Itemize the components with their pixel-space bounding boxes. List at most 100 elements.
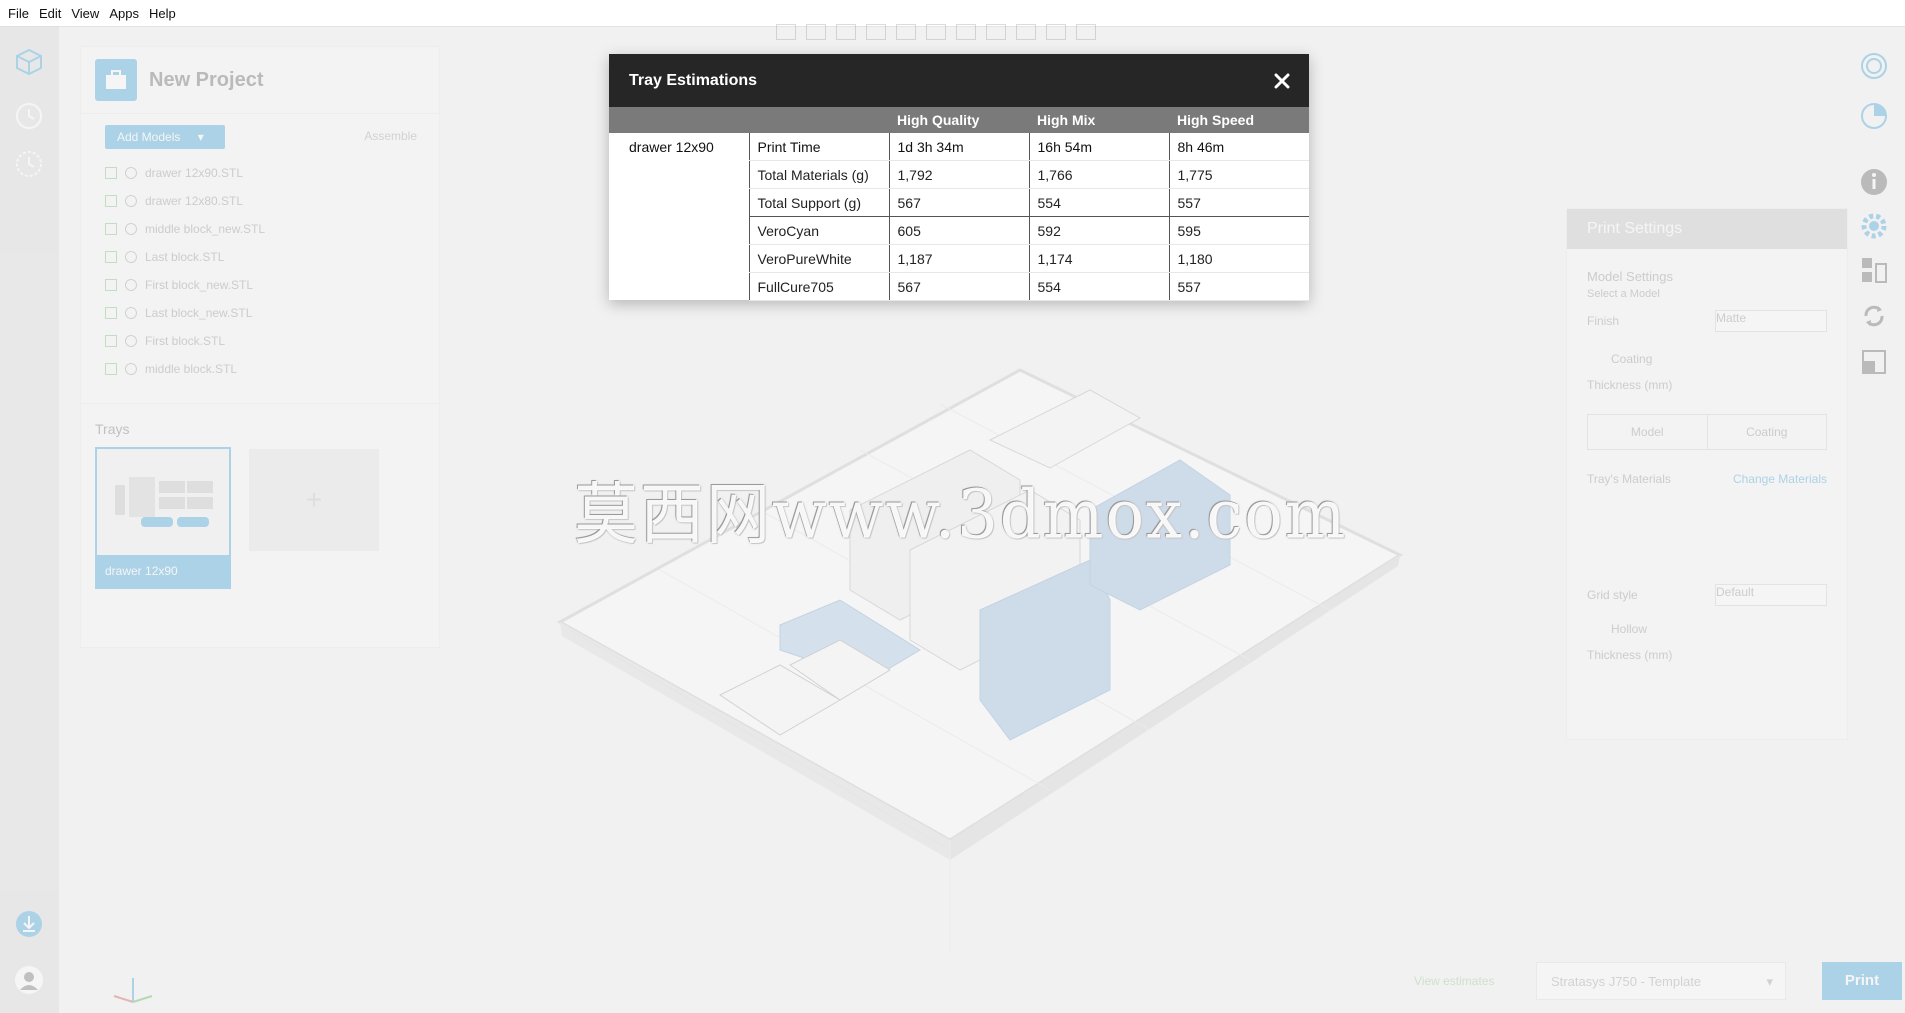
dialog-title: Tray Estimations <box>629 72 758 89</box>
list-item[interactable]: drawer 12x80.STL <box>105 187 427 215</box>
tray-3d-view[interactable] <box>550 360 1410 950</box>
checkbox[interactable] <box>105 363 117 375</box>
checkbox[interactable] <box>105 335 117 347</box>
column-header <box>749 107 889 133</box>
list-item[interactable]: First block_new.STL <box>105 271 427 299</box>
eye-icon[interactable] <box>125 363 137 375</box>
view-iso-icon[interactable] <box>926 24 946 40</box>
material-icon[interactable] <box>1858 50 1890 82</box>
checkbox[interactable] <box>105 223 117 235</box>
list-item[interactable]: middle block_new.STL <box>105 215 427 243</box>
view-left-icon[interactable] <box>836 24 856 40</box>
eye-icon[interactable] <box>125 195 137 207</box>
tray-materials-label: Tray's Materials <box>1587 472 1671 486</box>
assemble-button[interactable]: Assemble <box>364 129 417 143</box>
coating-row[interactable]: Coating <box>1587 346 1827 372</box>
cube-icon[interactable] <box>13 46 45 78</box>
estimations-table: High Quality High Mix High Speed drawer … <box>609 107 1309 301</box>
chevron-down-icon: ▾ <box>1766 974 1773 989</box>
thickness2-row: Thickness (mm) <box>1587 642 1827 668</box>
tray-card[interactable]: drawer 12x90 <box>95 447 231 589</box>
thickness2-label: Thickness (mm) <box>1587 648 1673 662</box>
print-settings-body: Model Settings Select a Model Finish Mat… <box>1567 249 1847 688</box>
eye-icon[interactable] <box>125 335 137 347</box>
tray-thumbnail <box>97 449 229 555</box>
download-icon[interactable] <box>13 908 45 940</box>
checkbox[interactable] <box>105 279 117 291</box>
hollow-row[interactable]: Hollow <box>1587 616 1827 642</box>
eye-icon[interactable] <box>125 251 137 263</box>
pan-icon[interactable] <box>986 24 1006 40</box>
view-right-icon[interactable] <box>866 24 886 40</box>
grid-style-select[interactable]: Default <box>1715 584 1827 606</box>
model-name: First block.STL <box>145 334 226 348</box>
tab-model[interactable]: Model <box>1588 415 1707 449</box>
screenshot-icon[interactable] <box>1076 24 1096 40</box>
scale-icon[interactable] <box>1858 346 1890 378</box>
table-cell: 1,187 <box>888 244 1029 273</box>
model-name: Last block_new.STL <box>145 306 253 320</box>
user-avatar-icon[interactable] <box>13 964 45 996</box>
clock-icon[interactable] <box>13 100 45 132</box>
color-wheel-icon[interactable] <box>1858 100 1890 132</box>
measure-icon[interactable] <box>1016 24 1036 40</box>
tab-coating[interactable]: Coating <box>1706 415 1827 449</box>
finish-label: Finish <box>1587 314 1620 328</box>
row-label: Print Time <box>748 133 889 161</box>
view-toolbar <box>776 24 1146 46</box>
list-item[interactable]: Last block_new.STL <box>105 299 427 327</box>
list-item[interactable]: drawer 12x90.STL <box>105 159 427 187</box>
coating-label: Coating <box>1611 352 1653 366</box>
arrange-icon[interactable] <box>1858 254 1890 286</box>
row-label: VeroPureWhite <box>748 244 889 273</box>
add-models-button[interactable]: Add Models ▾ <box>105 125 225 149</box>
table-cell: 8h 46m <box>1168 133 1309 161</box>
view-front-icon[interactable] <box>776 24 796 40</box>
change-materials-link[interactable]: Change Materials <box>1733 472 1827 486</box>
printer-select[interactable]: Stratasys J750 - Template ▾ <box>1536 962 1786 1000</box>
table-cell: 1,174 <box>1028 244 1169 273</box>
row-label: FullCure705 <box>748 272 889 301</box>
chevron-down-icon: ▾ <box>197 130 204 144</box>
checkbox[interactable] <box>105 251 117 263</box>
zoom-icon[interactable] <box>956 24 976 40</box>
menu-apps[interactable]: Apps <box>109 6 139 21</box>
checkbox[interactable] <box>105 195 117 207</box>
menu-file[interactable]: File <box>8 6 29 21</box>
print-button[interactable]: Print <box>1822 962 1902 1000</box>
eye-icon[interactable] <box>125 279 137 291</box>
list-item[interactable]: First block.STL <box>105 327 427 355</box>
select-model-label: Select a Model <box>1587 288 1660 300</box>
rotate-icon[interactable] <box>1858 300 1890 332</box>
menu-view[interactable]: View <box>71 6 99 21</box>
view-estimates-link[interactable]: View estimates <box>1414 974 1494 988</box>
model-name: drawer 12x80.STL <box>145 194 244 208</box>
list-item[interactable]: Last block.STL <box>105 243 427 271</box>
project-title: New Project <box>149 68 264 91</box>
view-top-icon[interactable] <box>896 24 916 40</box>
section-icon[interactable] <box>1046 24 1066 40</box>
model-name: middle block.STL <box>145 362 238 376</box>
finish-select[interactable]: Matte <box>1715 310 1827 332</box>
history-icon[interactable] <box>13 148 45 180</box>
eye-icon[interactable] <box>125 167 137 179</box>
table-cell: 595 <box>1168 216 1309 245</box>
info-icon[interactable] <box>1858 166 1890 198</box>
eye-icon[interactable] <box>125 223 137 235</box>
menu-edit[interactable]: Edit <box>39 6 61 21</box>
checkbox[interactable] <box>105 307 117 319</box>
print-settings-panel: Print Settings Model Settings Select a M… <box>1566 208 1848 740</box>
materials-spacer <box>1587 492 1827 582</box>
menu-help[interactable]: Help <box>149 6 176 21</box>
model-name: Last block.STL <box>145 250 225 264</box>
list-item[interactable]: middle block.STL <box>105 355 427 383</box>
close-button[interactable] <box>1269 54 1295 107</box>
column-header <box>609 107 749 133</box>
table-cell: 1,180 <box>1168 244 1309 273</box>
add-tray-button[interactable]: + <box>249 449 379 551</box>
checkbox[interactable] <box>105 167 117 179</box>
gear-icon[interactable] <box>1858 210 1890 242</box>
view-back-icon[interactable] <box>806 24 826 40</box>
thickness-label: Thickness (mm) <box>1587 378 1673 392</box>
eye-icon[interactable] <box>125 307 137 319</box>
